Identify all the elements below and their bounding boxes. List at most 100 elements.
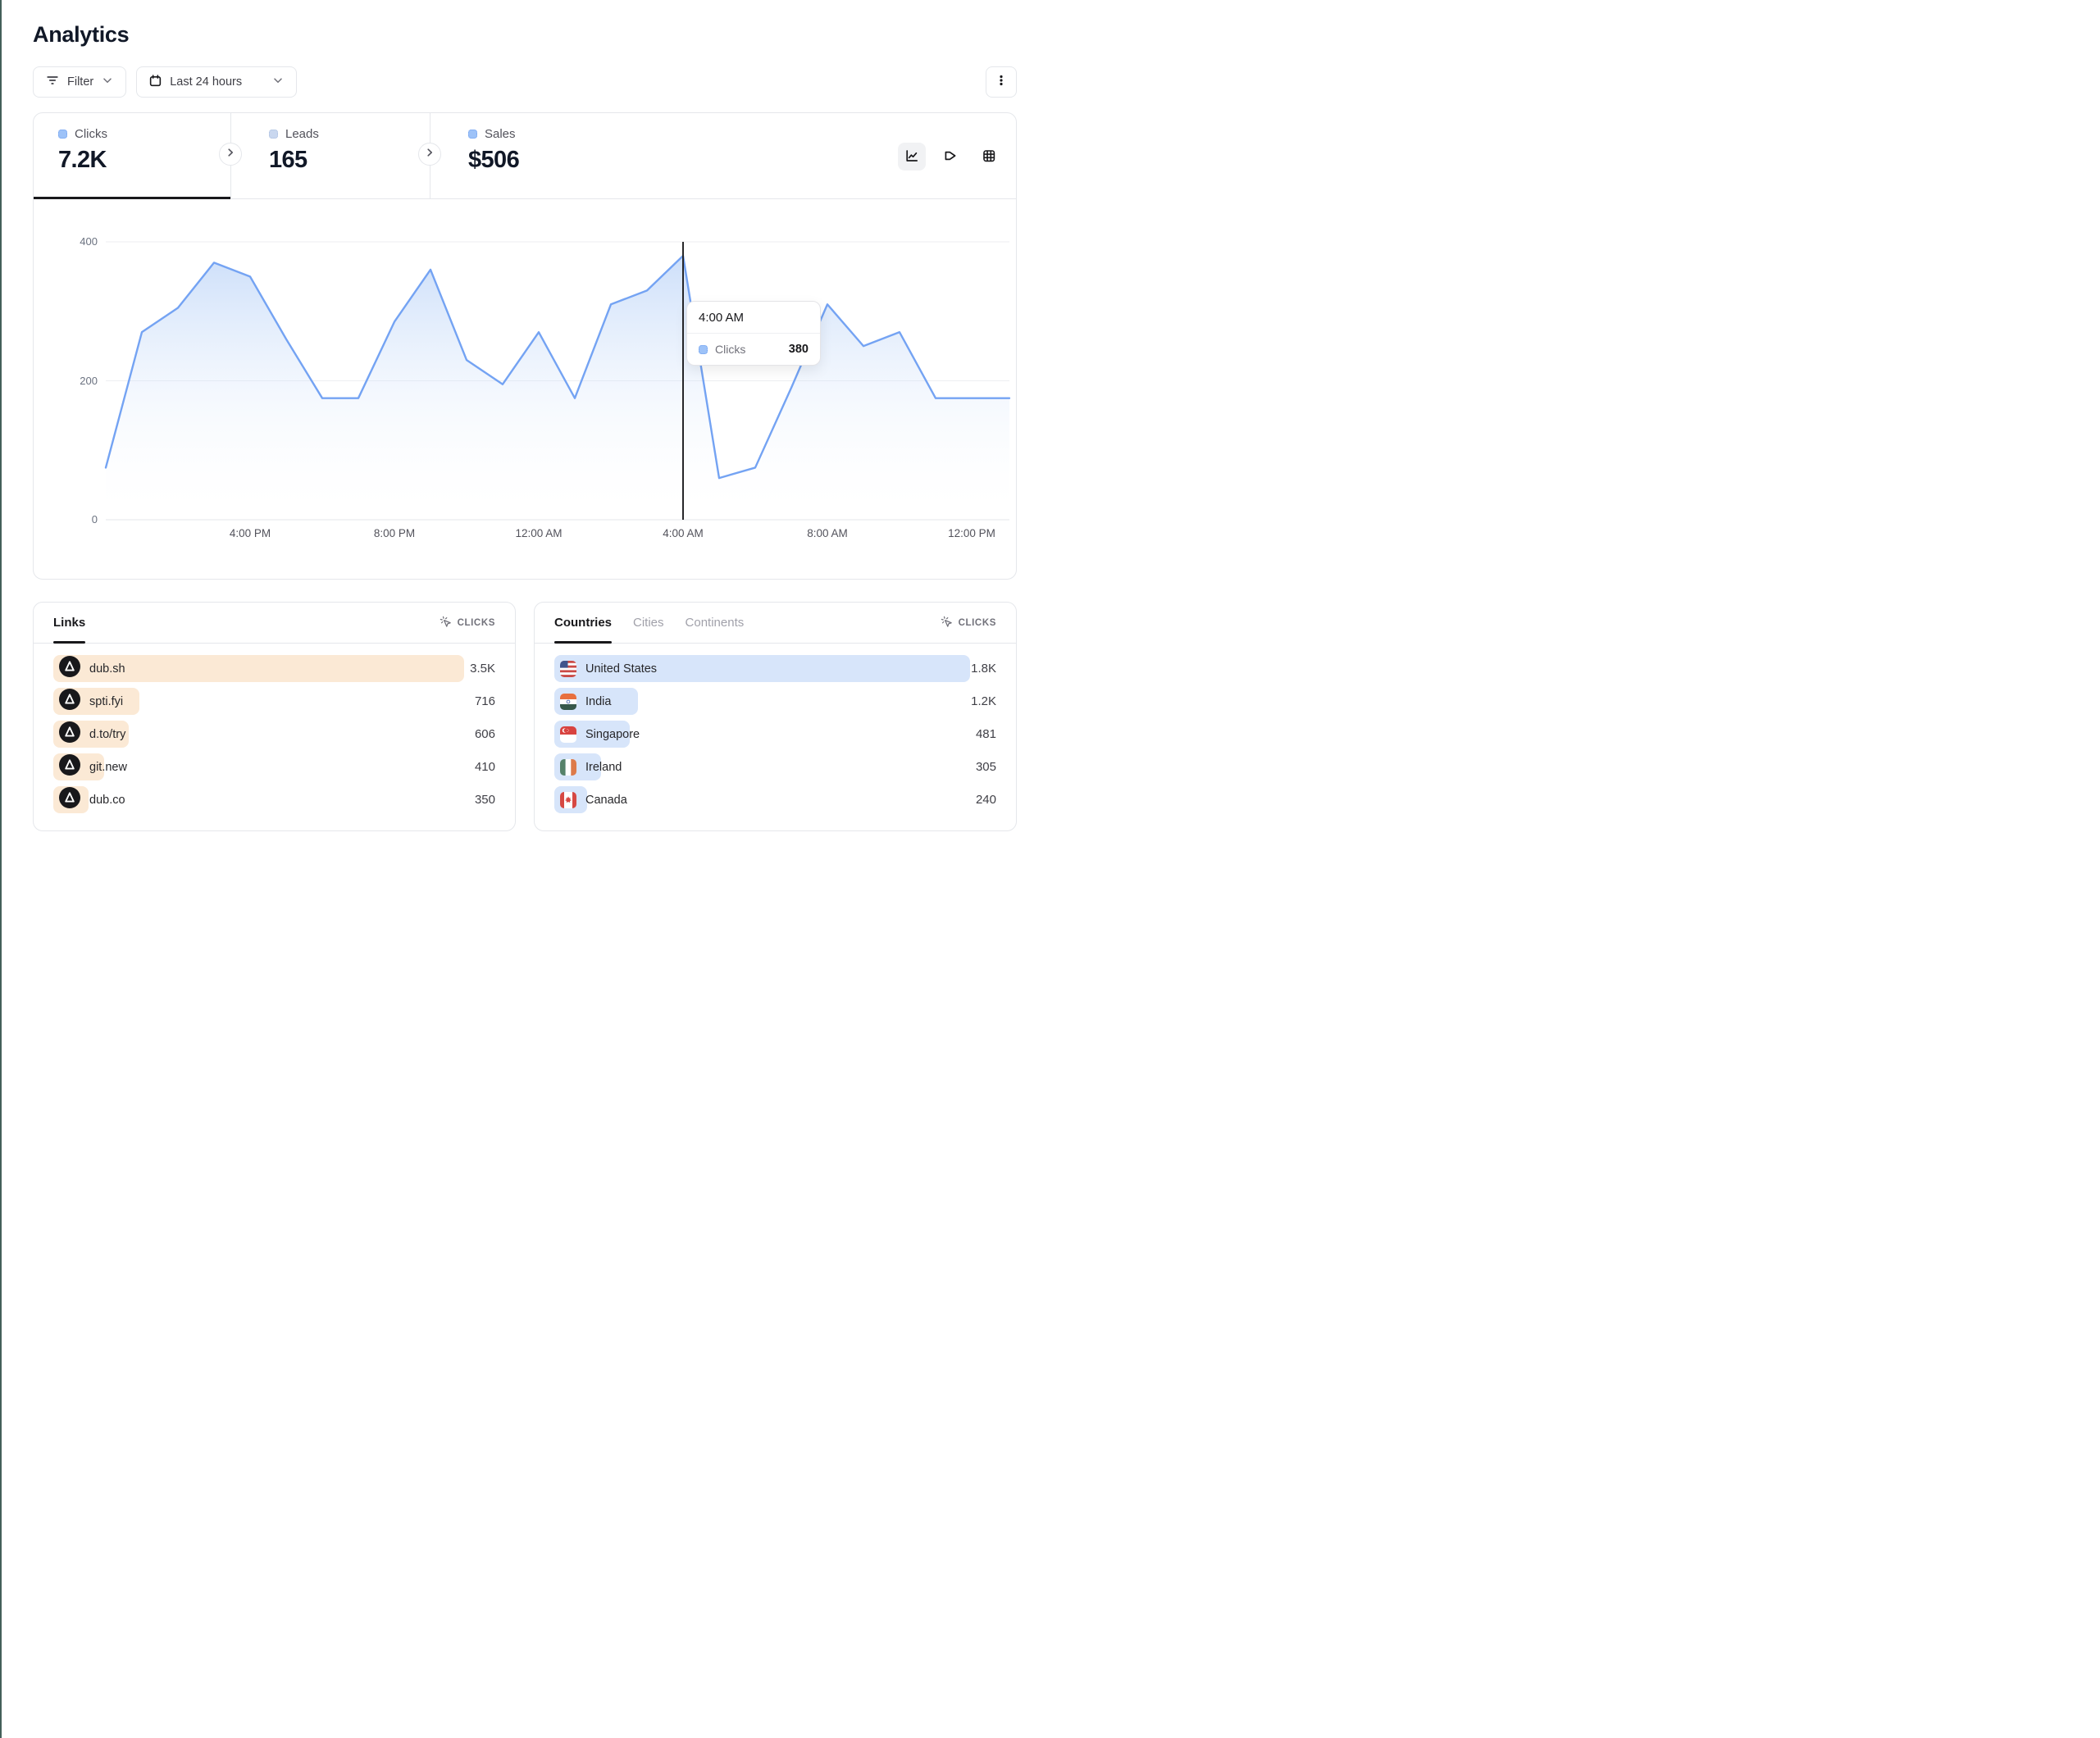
country-row[interactable]: United States 1.8K xyxy=(554,655,996,682)
chevron-down-icon xyxy=(101,74,114,90)
country-row-value: 240 xyxy=(976,793,996,807)
link-row[interactable]: git.new 410 xyxy=(53,753,495,780)
tab-cities[interactable]: Cities xyxy=(633,603,664,643)
dub-logo-avatar xyxy=(59,656,80,681)
chart-tooltip: 4:00 AM Clicks 380 xyxy=(686,301,821,366)
x-axis-tick: 8:00 AM xyxy=(807,527,848,539)
country-row-value: 305 xyxy=(976,760,996,774)
stat-tab-leads[interactable]: Leads 165 xyxy=(230,113,430,198)
date-range-label: Last 24 hours xyxy=(170,75,264,89)
toolbar: Filter Last 24 hours xyxy=(33,66,1017,98)
country-row-label: United States xyxy=(585,662,657,676)
x-axis-tick: 4:00 PM xyxy=(230,527,271,539)
calendar-icon xyxy=(148,74,162,91)
dub-logo-avatar xyxy=(59,721,80,747)
chevron-down-icon xyxy=(271,74,285,90)
line-chart-toggle-button[interactable] xyxy=(898,143,926,171)
tooltip-time-label: 4:00 AM xyxy=(687,302,820,334)
links-list: dub.sh 3.5K spti.fyi 716 d.to/try606 git.new 4… xyxy=(34,644,515,813)
y-axis-tick: 0 xyxy=(61,513,98,525)
links-metric-header[interactable]: CLICKS xyxy=(440,616,495,630)
link-row-value: 606 xyxy=(475,727,495,741)
countries-panel: Countries Cities Continents CLICKS United … xyxy=(534,602,1017,831)
kebab-menu-icon xyxy=(994,73,1009,91)
chevron-right-icon xyxy=(224,146,237,163)
sg-flag-icon xyxy=(560,726,576,743)
filter-icon xyxy=(45,73,60,91)
ie-flag-icon xyxy=(560,759,576,776)
tab-countries[interactable]: Countries xyxy=(554,603,612,643)
link-row-value: 410 xyxy=(475,760,495,774)
clicks-time-series-chart[interactable]: 0200400 4:00 PM8:00 PM12:00 AM4:00 AM8:0… xyxy=(34,199,1016,579)
link-row[interactable]: spti.fyi 716 xyxy=(53,688,495,715)
link-row-label: dub.sh xyxy=(89,662,125,676)
tooltip-series-label: Clicks xyxy=(715,343,745,356)
filter-button[interactable]: Filter xyxy=(33,66,126,98)
stat-tab-clicks[interactable]: Clicks 7.2K xyxy=(34,113,230,198)
more-options-button[interactable] xyxy=(986,66,1017,98)
page-title: Analytics xyxy=(33,0,1017,48)
dub-logo-avatar xyxy=(59,689,80,714)
sales-legend-swatch xyxy=(468,130,477,139)
countries-tabs: Countries Cities Continents xyxy=(554,603,744,643)
clicks-area-chart[interactable] xyxy=(34,199,1014,579)
table-view-toggle-button[interactable] xyxy=(975,143,1003,171)
analytics-card: Clicks 7.2K Leads 165 Sales $506 xyxy=(33,112,1017,580)
expand-sales-button[interactable] xyxy=(418,143,441,166)
country-row-value: 1.2K xyxy=(971,694,996,708)
clicks-stat-value: 7.2K xyxy=(58,147,230,174)
ca-flag-icon xyxy=(560,792,576,808)
x-axis-tick: 4:00 AM xyxy=(663,527,704,539)
link-row[interactable]: dub.co 350 xyxy=(53,786,495,813)
date-range-button[interactable]: Last 24 hours xyxy=(136,66,297,98)
tooltip-legend-swatch xyxy=(699,345,708,354)
countries-list: United States 1.8K India1.2K Singapore 481 Ir… xyxy=(535,644,1016,813)
country-row[interactable]: India1.2K xyxy=(554,688,996,715)
country-row-label: Canada xyxy=(585,794,627,807)
filter-button-label: Filter xyxy=(67,75,93,89)
us-flag-icon xyxy=(560,661,576,677)
breakdown-panels: Links CLICKS dub.sh 3.5K spti.fyi 716 d.to/t… xyxy=(33,602,1017,831)
clicks-legend-swatch xyxy=(58,130,67,139)
x-axis-tick: 12:00 AM xyxy=(515,527,562,539)
chevron-right-icon xyxy=(423,146,436,163)
leads-stat-value: 165 xyxy=(269,147,430,174)
dub-logo-avatar xyxy=(59,787,80,812)
tab-continents[interactable]: Continents xyxy=(686,603,745,643)
link-row-value: 350 xyxy=(475,793,495,807)
y-axis-tick: 400 xyxy=(61,235,98,248)
link-row-label: git.new xyxy=(89,761,127,774)
stats-row: Clicks 7.2K Leads 165 Sales $506 xyxy=(34,113,1016,199)
country-row[interactable]: Ireland305 xyxy=(554,753,996,780)
table-grid-icon xyxy=(982,148,996,166)
country-row-value: 481 xyxy=(976,727,996,741)
tab-links[interactable]: Links xyxy=(53,603,85,643)
link-row-value: 716 xyxy=(475,694,495,708)
leads-legend-swatch xyxy=(269,130,278,139)
country-row[interactable]: Singapore 481 xyxy=(554,721,996,748)
link-row-label: spti.fyi xyxy=(89,695,123,708)
countries-metric-header[interactable]: CLICKS xyxy=(941,616,996,630)
link-row-value: 3.5K xyxy=(470,662,495,676)
tooltip-value: 380 xyxy=(789,343,809,356)
link-row[interactable]: d.to/try606 xyxy=(53,721,495,748)
line-chart-icon xyxy=(904,148,919,166)
funnel-chart-toggle-button[interactable] xyxy=(936,143,964,171)
expand-leads-button[interactable] xyxy=(219,143,242,166)
analytics-page: Analytics Filter Last 24 hours Clicks 7.… xyxy=(0,0,1050,869)
cursor-click-icon xyxy=(440,616,452,630)
countries-metric-label: CLICKS xyxy=(959,618,996,628)
funnel-chart-icon xyxy=(943,148,958,166)
x-axis-tick: 12:00 PM xyxy=(948,527,995,539)
dub-logo-avatar xyxy=(59,754,80,780)
links-panel: Links CLICKS dub.sh 3.5K spti.fyi 716 d.to/t… xyxy=(33,602,516,831)
country-row-value: 1.8K xyxy=(971,662,996,676)
country-row-label: Singapore xyxy=(585,728,640,741)
links-metric-label: CLICKS xyxy=(458,618,495,628)
clicks-stat-label: Clicks xyxy=(75,127,107,141)
country-row[interactable]: Canada 240 xyxy=(554,786,996,813)
in-flag-icon xyxy=(560,694,576,710)
link-row[interactable]: dub.sh 3.5K xyxy=(53,655,495,682)
link-row-label: dub.co xyxy=(89,794,125,807)
cursor-click-icon xyxy=(941,616,953,630)
